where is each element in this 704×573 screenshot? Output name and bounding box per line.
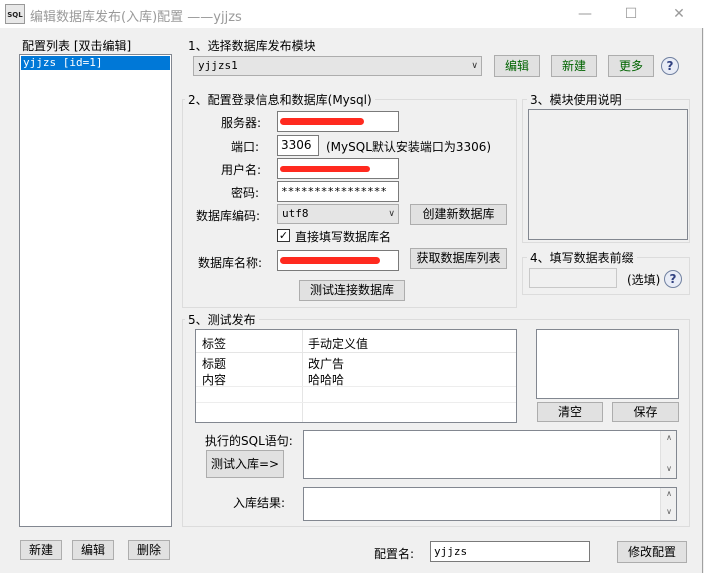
scroll-up-icon[interactable]: ∧ [662, 489, 676, 498]
column-divider [302, 330, 303, 422]
row-divider [196, 386, 516, 387]
config-list-header: 配置列表 [双击编辑] [22, 39, 132, 53]
edit-module-button[interactable]: 编辑 [494, 55, 540, 77]
dbname-label: 数据库名称: [198, 256, 263, 270]
module-help-text [528, 109, 688, 240]
direct-db-checkbox[interactable]: ✓ [277, 229, 290, 242]
username-input[interactable] [277, 158, 399, 179]
header-divider [196, 352, 516, 353]
maximize-icon[interactable]: ☐ [608, 0, 654, 28]
insert-result-label: 入库结果: [233, 496, 286, 510]
modify-config-button[interactable]: 修改配置 [617, 541, 687, 563]
section3-title: 3、模块使用说明 [527, 91, 625, 108]
window-title: 编辑数据库发布(入库)配置 ——yjjzs [30, 10, 242, 25]
save-button[interactable]: 保存 [612, 402, 679, 422]
test-fields-table[interactable]: 标签 手动定义值 标题 改广告 内容 哈哈哈 [195, 329, 517, 423]
redacted-server [280, 118, 364, 125]
close-icon[interactable]: ✕ [656, 0, 702, 28]
scroll-down-icon[interactable]: ∨ [662, 507, 676, 516]
insert-result-textarea[interactable]: ∧ ∨ [303, 487, 677, 521]
section1-title: 1、选择数据库发布模块 [188, 39, 316, 53]
module-select-value: yjjzs1 [198, 59, 238, 72]
section5-title: 5、测试发布 [185, 311, 259, 328]
server-input[interactable] [277, 111, 399, 132]
port-label: 端口: [231, 140, 260, 154]
test-insert-button[interactable]: 测试入库=> [206, 450, 284, 478]
config-name-label: 配置名: [374, 547, 415, 561]
port-input[interactable]: 3306 [277, 135, 319, 156]
redacted-username [280, 166, 370, 172]
table-header-value: 手动定义值 [308, 337, 369, 351]
direct-db-label: 直接填写数据库名 [295, 230, 392, 244]
get-database-list-button[interactable]: 获取数据库列表 [410, 248, 507, 269]
config-listbox[interactable]: yjjzs [id=1] [19, 54, 172, 527]
username-label: 用户名: [221, 163, 262, 177]
table-prefix-input[interactable] [529, 268, 617, 288]
charset-select[interactable]: utf8 ∨ [277, 204, 399, 224]
new-config-button[interactable]: 新建 [20, 540, 62, 560]
server-label: 服务器: [221, 116, 262, 130]
section2-title: 2、配置登录信息和数据库(Mysql) [185, 91, 375, 108]
chevron-down-icon: ∨ [471, 61, 478, 71]
help-icon[interactable]: ? [664, 270, 682, 288]
table-row-content-value[interactable]: 哈哈哈 [308, 371, 344, 388]
edit-config-button[interactable]: 编辑 [72, 540, 114, 560]
sql-scrollbar[interactable]: ∧ ∨ [660, 431, 676, 478]
table-header-label: 标签 [202, 337, 227, 351]
charset-select-value: utf8 [282, 207, 309, 220]
scroll-down-icon[interactable]: ∨ [662, 464, 676, 473]
sql-app-icon: SQL [5, 4, 25, 24]
preview-box[interactable] [536, 329, 679, 399]
more-modules-button[interactable]: 更多 [608, 55, 654, 77]
password-label: 密码: [231, 186, 260, 200]
dbname-input[interactable] [277, 250, 399, 271]
table-row-content-label[interactable]: 内容 [202, 371, 226, 388]
sql-statement-label: 执行的SQL语句: [205, 434, 293, 448]
result-scrollbar[interactable]: ∧ ∨ [660, 488, 676, 520]
port-hint: (MySQL默认安装端口为3306) [326, 140, 492, 154]
delete-config-button[interactable]: 删除 [128, 540, 170, 560]
config-name-input[interactable]: yjjzs [430, 541, 590, 562]
create-database-button[interactable]: 创建新数据库 [410, 204, 507, 225]
chevron-down-icon: ∨ [388, 209, 395, 219]
help-icon[interactable]: ? [661, 57, 679, 75]
sql-statement-textarea[interactable]: ∧ ∨ [303, 430, 677, 479]
password-input[interactable]: **************** [277, 181, 399, 202]
new-module-button[interactable]: 新建 [551, 55, 597, 77]
scroll-up-icon[interactable]: ∧ [662, 433, 676, 442]
module-select[interactable]: yjjzs1 ∨ [193, 56, 482, 76]
window-border [702, 28, 703, 573]
config-list-item[interactable]: yjjzs [id=1] [21, 56, 170, 70]
test-connection-button[interactable]: 测试连接数据库 [299, 280, 405, 301]
table-row-title-value[interactable]: 改广告 [308, 355, 344, 372]
table-row-title-label[interactable]: 标题 [202, 355, 226, 372]
row-divider [196, 402, 516, 403]
charset-label: 数据库编码: [196, 209, 261, 223]
clear-button[interactable]: 清空 [537, 402, 603, 422]
section4-title: 4、填写数据表前缀 [527, 249, 637, 266]
minimize-icon[interactable]: — [562, 0, 608, 28]
optional-label: (选填) [627, 273, 661, 287]
redacted-dbname [280, 257, 380, 264]
